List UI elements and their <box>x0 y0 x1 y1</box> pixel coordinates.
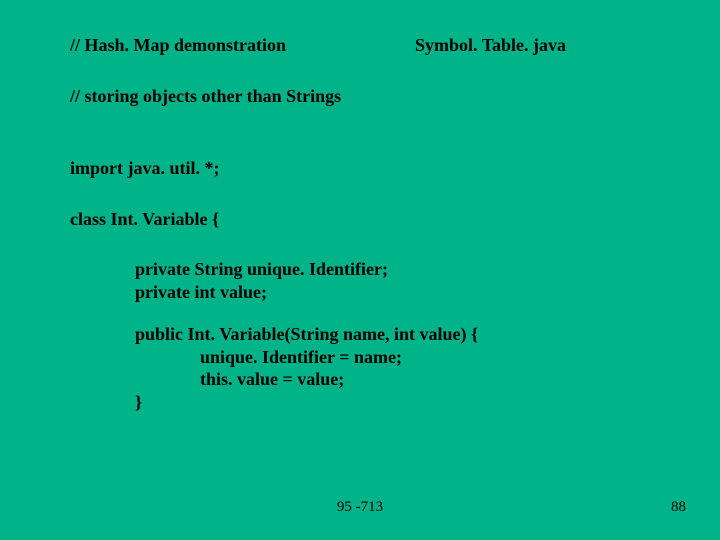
header-right: Symbol. Table. java <box>415 34 566 57</box>
header-left: // Hash. Map demonstration <box>70 34 415 57</box>
class-declaration: class Int. Variable { <box>70 208 660 231</box>
footer-center: 95 -713 <box>0 499 720 516</box>
constructor-body: unique. Identifier = name; this. value =… <box>135 346 660 391</box>
page-number: 88 <box>671 499 686 516</box>
import-line: import java. util. *; <box>70 157 660 180</box>
fields-block: private String unique. Identifier; priva… <box>70 258 660 303</box>
header-row: // Hash. Map demonstration Symbol. Table… <box>70 34 660 57</box>
constructor-signature: public Int. Variable(String name, int va… <box>135 323 660 346</box>
assign-identifier: unique. Identifier = name; <box>200 346 660 369</box>
field-value: private int value; <box>135 281 660 304</box>
assign-value: this. value = value; <box>200 368 660 391</box>
constructor-block: public Int. Variable(String name, int va… <box>70 323 660 413</box>
comment-storing: // storing objects other than Strings <box>70 85 660 108</box>
constructor-close: } <box>135 391 660 414</box>
slide-content: // Hash. Map demonstration Symbol. Table… <box>0 0 720 413</box>
field-identifier: private String unique. Identifier; <box>135 258 660 281</box>
